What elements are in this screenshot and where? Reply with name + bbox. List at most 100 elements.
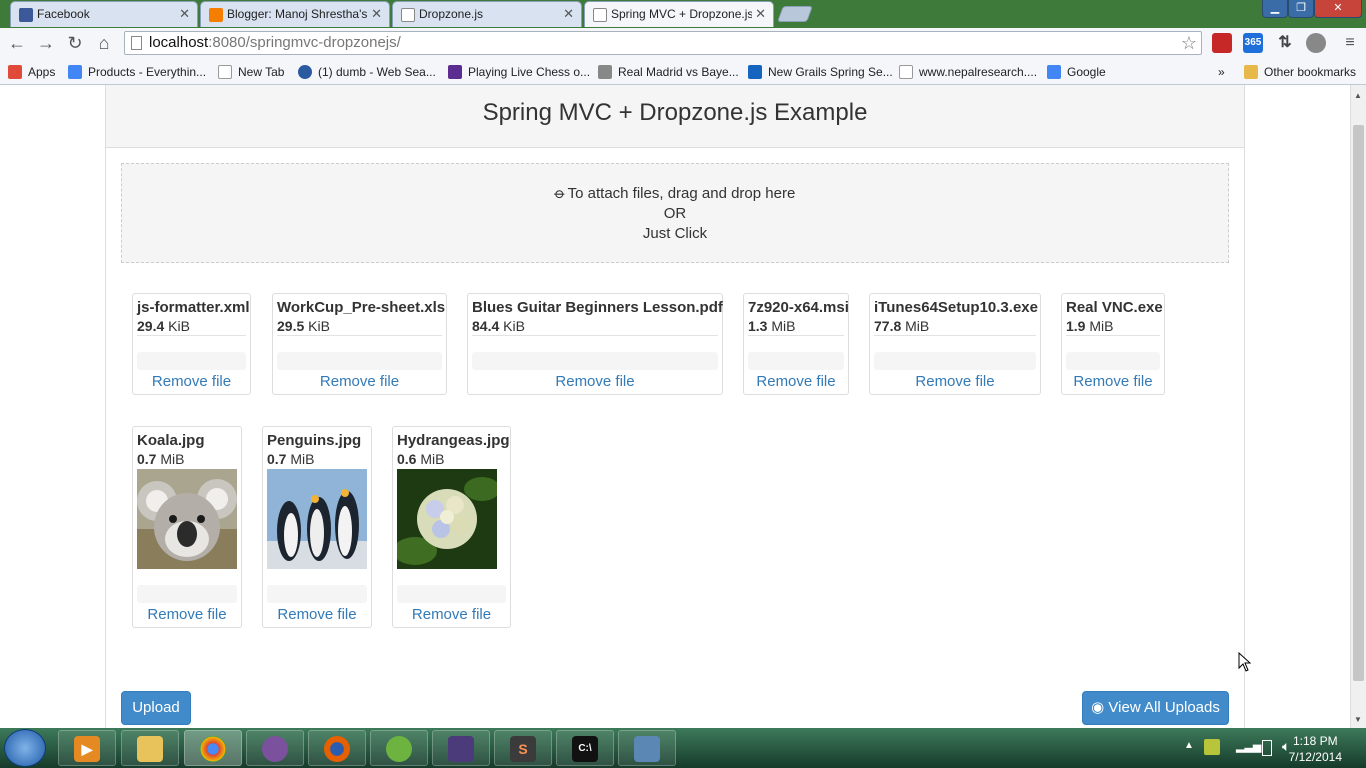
bookmark-products[interactable]: Products - Everythin... bbox=[68, 62, 206, 82]
tray-app-icon[interactable] bbox=[1204, 739, 1220, 755]
dropzone-just-click: Just Click bbox=[642, 225, 708, 242]
show-hidden-icons-arrow[interactable]: ▲ bbox=[1184, 740, 1194, 751]
remove-file-link[interactable]: Remove file bbox=[1062, 373, 1164, 390]
network-signal-icon[interactable]: ▂▃▅ bbox=[1236, 740, 1261, 753]
settings-extension-icon[interactable] bbox=[1306, 33, 1326, 53]
remove-file-link[interactable]: Remove file bbox=[744, 373, 848, 390]
file-size-value: 0.7 bbox=[137, 451, 157, 467]
new-tab-button[interactable] bbox=[777, 6, 813, 22]
bookmark-label: New Grails Spring Se... bbox=[768, 65, 893, 79]
maximize-button[interactable]: ❐ bbox=[1288, 0, 1314, 18]
bookmark-new-tab[interactable]: New Tab bbox=[218, 62, 284, 82]
tab-blogger[interactable]: Blogger: Manoj Shrestha's ✕ bbox=[200, 1, 390, 27]
dropzone-area[interactable]: ⌀ To attach files, drag and drop here OR… bbox=[121, 163, 1229, 263]
cmd-icon[interactable]: C:\ bbox=[556, 730, 614, 766]
file-preview: WorkCup_Pre-sheet.xls 29.5 KiB Remove fi… bbox=[272, 293, 447, 395]
bookmark-extension-icon[interactable] bbox=[1212, 33, 1232, 53]
bookmark-grails-spring[interactable]: New Grails Spring Se... bbox=[748, 62, 893, 82]
home-icon[interactable]: ⌂ bbox=[92, 32, 116, 54]
file-size-value: 0.6 bbox=[397, 451, 417, 467]
reload-icon[interactable]: ↻ bbox=[63, 32, 87, 54]
browser-toolbar: ← → ↻ ⌂ localhost:8080/springmvc-dropzon… bbox=[0, 28, 1366, 58]
clock-date: 7/12/2014 bbox=[1288, 750, 1342, 764]
close-tab-icon[interactable]: ✕ bbox=[752, 6, 766, 22]
vertical-scrollbar[interactable]: ▲ ▼ bbox=[1350, 85, 1366, 728]
remove-file-link[interactable]: Remove file bbox=[133, 373, 250, 390]
firefox-icon[interactable] bbox=[308, 730, 366, 766]
back-arrow-icon[interactable]: ← bbox=[5, 32, 29, 54]
file-name: Penguins.jpg bbox=[267, 432, 362, 449]
explorer-icon[interactable] bbox=[121, 730, 179, 766]
viber-icon[interactable] bbox=[246, 730, 304, 766]
menu-icon[interactable]: ≡ bbox=[1340, 33, 1360, 53]
chrome-icon[interactable] bbox=[184, 730, 242, 766]
sublime-icon[interactable]: S bbox=[494, 730, 552, 766]
bookmark-real-madrid[interactable]: Real Madrid vs Baye... bbox=[598, 62, 739, 82]
windows-media-icon[interactable]: ▶ bbox=[58, 730, 116, 766]
bookmark-google[interactable]: Google bbox=[1047, 62, 1106, 82]
file-name: 7z920-x64.msi bbox=[748, 299, 849, 316]
file-size: 29.5 KiB bbox=[277, 317, 442, 336]
panel: Spring MVC + Dropzone.js Example ⌀ To at… bbox=[105, 85, 1245, 728]
file-preview: Real VNC.exe 1.9 MiB Remove file bbox=[1061, 293, 1165, 395]
bookmark-star-icon[interactable]: ☆ bbox=[1181, 32, 1197, 54]
download-extension-icon[interactable]: ⇅ bbox=[1275, 33, 1295, 53]
bookmarks-overflow-chevron[interactable]: » bbox=[1218, 62, 1225, 82]
clock[interactable]: 1:18 PM 7/12/2014 bbox=[1289, 733, 1342, 765]
bookmark-web-search[interactable]: (1) dumb - Web Sea... bbox=[298, 62, 436, 82]
close-tab-icon[interactable]: ✕ bbox=[563, 6, 574, 22]
page-icon bbox=[401, 8, 415, 22]
tab-dropzone[interactable]: Dropzone.js ✕ bbox=[392, 1, 582, 27]
minimize-button[interactable]: ▁ bbox=[1262, 0, 1288, 18]
bookmark-apps[interactable]: Apps bbox=[8, 62, 55, 82]
upload-button[interactable]: Upload bbox=[121, 691, 191, 725]
clock-time: 1:18 PM bbox=[1292, 734, 1338, 748]
file-size-unit: MiB bbox=[160, 451, 185, 467]
taskbar: ▶ S C:\ ▲ ▂▃▅ 🔈︎ 1:18 PM 7/12/2014 bbox=[0, 728, 1366, 768]
tab-facebook[interactable]: Facebook ✕ bbox=[10, 1, 198, 27]
remove-file-link[interactable]: Remove file bbox=[468, 373, 722, 390]
office-365-extension-icon[interactable]: 365 bbox=[1243, 33, 1263, 53]
scrollbar-thumb[interactable] bbox=[1353, 125, 1364, 681]
upload-progress-bar bbox=[267, 585, 367, 603]
battery-icon[interactable] bbox=[1262, 740, 1272, 756]
close-window-button[interactable]: ✕ bbox=[1314, 0, 1362, 18]
koala-thumbnail bbox=[137, 469, 237, 569]
remove-file-link[interactable]: Remove file bbox=[393, 606, 510, 623]
file-name: Koala.jpg bbox=[137, 432, 205, 449]
bookmark-nepalresearch[interactable]: www.nepalresearch.... bbox=[899, 62, 1037, 82]
remove-file-link[interactable]: Remove file bbox=[870, 373, 1040, 390]
bookmark-label: www.nepalresearch.... bbox=[919, 65, 1038, 79]
scroll-up-arrow-icon[interactable]: ▲ bbox=[1354, 91, 1362, 100]
tab-strip: Facebook ✕ Blogger: Manoj Shrestha's ✕ D… bbox=[0, 0, 1366, 28]
view-all-uploads-button[interactable]: ◉ View All Uploads bbox=[1082, 691, 1229, 725]
phone-icon[interactable] bbox=[618, 730, 676, 766]
bookmark-live-chess[interactable]: Playing Live Chess o... bbox=[448, 62, 590, 82]
page-icon bbox=[131, 36, 142, 50]
other-bookmarks-folder[interactable]: Other bookmarks bbox=[1244, 62, 1356, 82]
dropzone-instruction: To attach files, drag and drop here bbox=[567, 185, 796, 202]
file-name: Real VNC.exe bbox=[1066, 299, 1163, 316]
scroll-down-arrow-icon[interactable]: ▼ bbox=[1354, 715, 1362, 724]
spring-icon[interactable] bbox=[370, 730, 428, 766]
javaee-ide-icon[interactable] bbox=[432, 730, 490, 766]
upload-progress-bar bbox=[874, 352, 1036, 370]
forward-arrow-icon[interactable]: → bbox=[34, 32, 58, 54]
close-tab-icon[interactable]: ✕ bbox=[368, 6, 382, 22]
remove-file-link[interactable]: Remove file bbox=[133, 606, 241, 623]
upload-progress-bar bbox=[137, 352, 246, 370]
address-bar[interactable]: localhost:8080/springmvc-dropzonejs/ ☆ bbox=[124, 31, 1202, 55]
close-tab-icon[interactable]: ✕ bbox=[179, 6, 190, 22]
upload-progress-bar bbox=[277, 352, 442, 370]
bookmark-label: Real Madrid vs Baye... bbox=[618, 65, 739, 79]
tab-spring-mvc-dropzone[interactable]: Spring MVC + Dropzone.js ✕ bbox=[584, 1, 774, 27]
page-title: Spring MVC + Dropzone.js Example bbox=[106, 85, 1244, 148]
file-name: js-formatter.xml bbox=[137, 299, 250, 316]
file-size-unit: MiB bbox=[1089, 318, 1114, 334]
page-icon bbox=[218, 65, 232, 79]
file-size-value: 0.7 bbox=[267, 451, 287, 467]
start-button[interactable] bbox=[4, 729, 46, 767]
remove-file-link[interactable]: Remove file bbox=[273, 373, 446, 390]
remove-file-link[interactable]: Remove file bbox=[263, 606, 371, 623]
google-icon bbox=[1047, 65, 1061, 79]
